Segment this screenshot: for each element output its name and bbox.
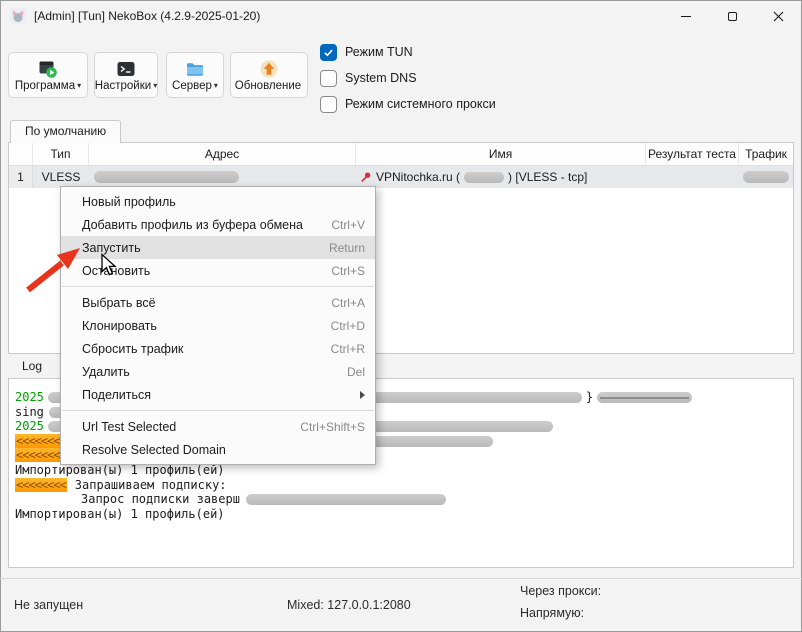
header-traffic[interactable]: Трафик [739, 143, 793, 165]
menu-item-resolve-domain[interactable]: Resolve Selected Domain [61, 438, 375, 461]
titlebar: [Admin] [Tun] NekoBox (4.2.9-2025-01-20) [0, 0, 802, 32]
app-window: [Admin] [Tun] NekoBox (4.2.9-2025-01-20)… [0, 0, 802, 632]
menu-item-select-all[interactable]: Выбрать всё Ctrl+A [61, 291, 375, 314]
menu-item-share[interactable]: Поделиться [61, 383, 375, 406]
program-menu-button[interactable]: Программа▾ [8, 52, 88, 98]
redacted [597, 392, 692, 403]
menu-separator [62, 410, 374, 411]
settings-icon [116, 59, 136, 79]
row-number: 1 [9, 166, 33, 188]
mouse-cursor-icon [100, 253, 120, 277]
cell-traffic [739, 166, 793, 188]
minimize-button[interactable] [663, 0, 709, 32]
program-icon [38, 59, 58, 79]
log-marker: <<<<<<<< [15, 478, 67, 492]
app-logo-icon [10, 8, 26, 24]
dropdown-arrow-icon: ▾ [214, 81, 218, 90]
header-name[interactable]: Имя [356, 143, 646, 165]
status-direct: Напрямую: [520, 606, 584, 620]
table-header: Тип Адрес Имя Результат теста Трафик [9, 143, 793, 166]
menu-item-reset-traffic[interactable]: Сбросить трафик Ctrl+R [61, 337, 375, 360]
tun-mode-checkbox[interactable] [320, 44, 337, 61]
status-via-proxy: Через прокси: [520, 584, 601, 598]
window-controls [663, 0, 801, 32]
annotation-red-arrow [22, 242, 86, 300]
profile-pin-icon [360, 171, 372, 183]
redacted-name [464, 172, 504, 183]
maximize-icon [728, 12, 737, 21]
checkbox-row-tun-mode[interactable]: Режим TUN [320, 42, 413, 62]
cell-name: VPNitochka.ru ( ) [VLESS - tcp] [356, 166, 646, 188]
server-icon [185, 59, 205, 79]
checkmark-icon [323, 47, 334, 58]
menu-item-delete[interactable]: Удалить Del [61, 360, 375, 383]
menu-separator [62, 286, 374, 287]
cell-address [89, 166, 356, 188]
update-button[interactable]: Обновление [230, 52, 308, 98]
context-menu: Новый профиль Добавить профиль из буфера… [60, 186, 376, 465]
server-button-label: Сервер [172, 80, 212, 92]
log-line: Импортирован(ы) 1 профиль(ей) [15, 507, 787, 522]
header-test-result[interactable]: Результат теста [646, 143, 739, 165]
window-title: [Admin] [Tun] NekoBox (4.2.9-2025-01-20) [34, 9, 260, 23]
menu-item-clone[interactable]: Клонировать Ctrl+D [61, 314, 375, 337]
log-line: <<<<<<<<Запрашиваем подписку: [15, 478, 787, 493]
checkbox-row-system-dns[interactable]: System DNS [320, 68, 417, 88]
server-menu-button[interactable]: Сервер▾ [166, 52, 224, 98]
menu-item-url-test-selected[interactable]: Url Test Selected Ctrl+Shift+S [61, 415, 375, 438]
header-type[interactable]: Тип [33, 143, 89, 165]
header-row-number [9, 143, 33, 165]
log-section-label: Log [22, 359, 42, 373]
profile-name-prefix: VPNitochka.ru ( [376, 170, 460, 184]
update-button-label: Обновление [235, 80, 301, 92]
system-proxy-checkbox[interactable] [320, 96, 337, 113]
status-run-state: Не запущен [14, 598, 83, 612]
maximize-button[interactable] [709, 0, 755, 32]
redacted-traffic [743, 171, 789, 183]
redacted [246, 494, 446, 505]
close-button[interactable] [755, 0, 801, 32]
tab-default-group[interactable]: По умолчанию [10, 120, 121, 143]
cell-type: VLESS [33, 166, 89, 188]
system-dns-label: System DNS [345, 71, 417, 85]
statusbar-divider [0, 578, 802, 579]
table-row[interactable]: 1 VLESS VPNitochka.ru ( ) [VLESS - tcp] [9, 166, 793, 188]
tun-mode-label: Режим TUN [345, 45, 413, 59]
system-dns-checkbox[interactable] [320, 70, 337, 87]
menu-item-new-profile[interactable]: Новый профиль [61, 190, 375, 213]
cell-test-result [646, 166, 739, 188]
header-address[interactable]: Адрес [89, 143, 356, 165]
status-mixed-port: Mixed: 127.0.0.1:2080 [287, 598, 411, 612]
log-line: Импортирован(ы) 1 профиль(ей) [15, 463, 787, 478]
dropdown-arrow-icon: ▾ [77, 81, 81, 90]
close-icon [773, 11, 784, 22]
system-proxy-label: Режим системного прокси [345, 97, 496, 111]
dropdown-arrow-icon: ▾ [153, 81, 157, 90]
program-button-label: Программа [15, 80, 75, 92]
minimize-icon [681, 16, 691, 17]
submenu-arrow-icon [360, 391, 365, 399]
settings-button-label: Настройки [95, 80, 151, 92]
redacted-address [94, 171, 239, 183]
log-line: Запрос подписки заверш [15, 492, 787, 507]
checkbox-row-system-proxy[interactable]: Режим системного прокси [320, 94, 496, 114]
profile-name-suffix: ) [VLESS - tcp] [508, 170, 587, 184]
update-icon [259, 59, 279, 79]
settings-menu-button[interactable]: Настройки▾ [94, 52, 158, 98]
menu-item-add-from-clipboard[interactable]: Добавить профиль из буфера обмена Ctrl+V [61, 213, 375, 236]
